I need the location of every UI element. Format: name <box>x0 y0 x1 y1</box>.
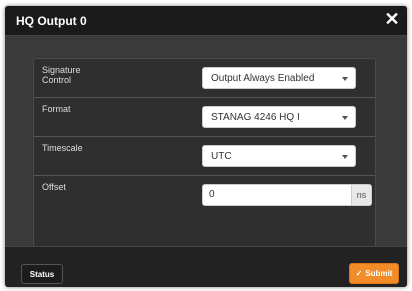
submit-label: Submit <box>365 269 393 278</box>
signature-control-select[interactable]: Output Always Enabled <box>202 67 356 89</box>
hq-output-dialog: HQ Output 0 ✕ Signature Control Output A… <box>5 6 407 287</box>
chevron-down-icon <box>342 77 348 81</box>
submit-button[interactable]: ✓ Submit <box>349 263 399 284</box>
status-button[interactable]: Status <box>21 264 63 284</box>
dialog-footer: Status ✓ Submit <box>5 246 407 287</box>
offset-label: Offset <box>42 182 66 192</box>
timescale-value: UTC <box>211 151 232 162</box>
timescale-row: Timescale UTC <box>34 137 375 176</box>
format-select[interactable]: STANAG 4246 HQ I <box>202 106 356 128</box>
format-value: STANAG 4246 HQ I <box>211 112 300 123</box>
check-icon: ✓ <box>355 269 363 278</box>
offset-unit: ns <box>352 184 372 206</box>
close-icon[interactable]: ✕ <box>383 9 401 29</box>
offset-input[interactable]: 0 <box>202 184 352 206</box>
signature-control-label: Signature Control <box>42 65 81 85</box>
format-label: Format <box>42 104 71 114</box>
settings-panel: Signature Control Output Always Enabled … <box>33 58 376 252</box>
signature-control-row: Signature Control Output Always Enabled <box>34 59 375 98</box>
timescale-label: Timescale <box>42 143 83 153</box>
dialog-titlebar: HQ Output 0 ✕ <box>5 6 407 36</box>
chevron-down-icon <box>342 116 348 120</box>
offset-row: Offset 0 ns <box>34 176 375 214</box>
signature-control-value: Output Always Enabled <box>211 73 315 84</box>
chevron-down-icon <box>342 155 348 159</box>
dialog-title: HQ Output 0 <box>16 14 87 28</box>
timescale-select[interactable]: UTC <box>202 145 356 167</box>
dialog-body: Signature Control Output Always Enabled … <box>5 36 407 252</box>
format-row: Format STANAG 4246 HQ I <box>34 98 375 137</box>
